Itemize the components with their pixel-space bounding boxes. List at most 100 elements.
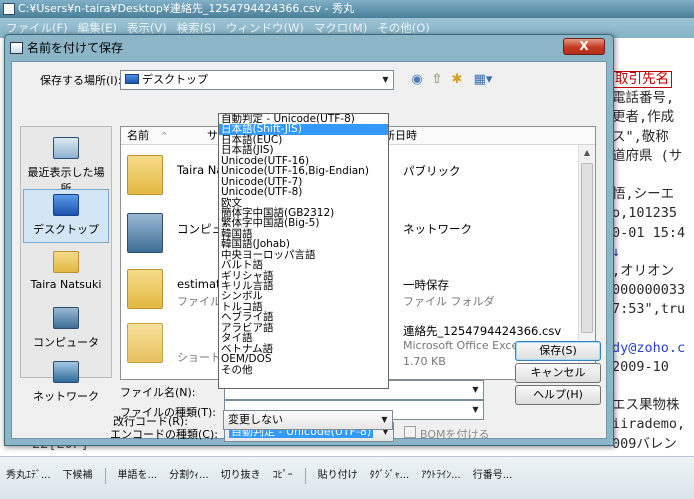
editor-line-text: iirademo, — [612, 416, 686, 433]
function-key-button[interactable]: ﾀｸﾞｼﾞｬ... — [364, 465, 416, 487]
editor-line-text: dy@zoho.c — [612, 339, 686, 356]
place-computer[interactable]: コンピュータ — [23, 303, 109, 357]
newline-value: 変更しない — [228, 413, 283, 426]
dialog-save-icon — [10, 42, 23, 54]
chevron-down-icon: ▼ — [472, 405, 479, 414]
editor-line-text: 2009-10 — [612, 358, 669, 375]
editor-line: 更者,作成 — [612, 108, 694, 127]
function-key-button[interactable]: ｱｳﾄﾗｲﾝ... — [415, 465, 467, 487]
function-key-button[interactable]: 貼り付け — [312, 465, 364, 487]
editor-line-text: 000000033 — [612, 282, 686, 299]
file-name: パブリック — [403, 164, 461, 178]
editor-line: 取引先名 — [612, 70, 694, 89]
function-key-items: 秀丸ｴﾃﾞ... 下候補 単語を... 分割ｳｨ... 切り抜き ｺﾋﾟｰ 貼り付け ﾀｸﾞｼ… — [0, 465, 694, 487]
editor-visible-text: 取引先名電話番号, 更者,作成ス",敬称道府県 (サ 悟,シーエ o,101235 0-… — [612, 38, 694, 458]
save-in-combo[interactable]: デスクトップ ▼ — [120, 70, 394, 90]
editor-line-text: ,オリオン — [612, 262, 675, 279]
scroll-thumb[interactable] — [581, 163, 593, 333]
bom-label: BOMを付ける — [420, 428, 490, 441]
editor-line: iirademo, — [612, 415, 694, 434]
help-button[interactable]: ヘルプ(H) — [515, 385, 601, 405]
function-key-separator — [304, 468, 306, 484]
editor-line-text: 悟,シーエ — [612, 186, 675, 203]
save-in-label: 保存する場所(I): — [40, 74, 122, 87]
place-network[interactable]: ネットワーク — [23, 357, 109, 411]
editor-line: dy@zoho.c — [612, 339, 694, 358]
file-name: 連絡先_1254794424366.csv — [403, 324, 562, 338]
function-key-button[interactable]: 切り抜き — [215, 465, 267, 487]
newline-label: 改行コード(R): — [113, 415, 188, 428]
chevron-down-icon: ▼ — [382, 75, 389, 84]
editor-line: 7:53",tru — [612, 300, 694, 319]
function-key-separator — [104, 468, 106, 484]
file-type: ファイル フォルダ — [403, 295, 495, 308]
user-folder-icon — [53, 251, 79, 273]
encoding-option[interactable]: OEM/DOS — [219, 354, 388, 365]
file-size: 1.70 KB — [403, 355, 446, 368]
filename-label: ファイル名(N): — [120, 386, 196, 399]
editor-line-text: 0-01 15:4 — [612, 224, 686, 241]
editor-line-text: 取引先名 — [612, 71, 672, 88]
encoding-dropdown-list[interactable]: 自動判定 - Unicode(UTF-8) 日本語(Shift-JIS) 日本語(E… — [218, 113, 389, 389]
editor-line-text: 更者,作成 — [612, 109, 675, 126]
editor-line: 009バレン — [612, 435, 694, 454]
app-title-bar[interactable]: C:¥Users¥n-taira¥Desktop¥連絡先_12547944243… — [0, 0, 694, 18]
computer-icon — [127, 213, 163, 253]
save-button[interactable]: 保存(S) — [515, 341, 601, 361]
user-folder-icon — [127, 155, 163, 195]
editor-line-text: 道府県 (サ — [612, 147, 683, 164]
file-name: ネットワーク — [403, 222, 472, 236]
place-desktop[interactable]: デスクトップ — [23, 189, 109, 243]
editor-line: o,101235 — [612, 204, 694, 223]
place-user-label: Taira Natsuki — [30, 278, 102, 291]
function-key-button[interactable]: ｺﾋﾟｰ — [267, 465, 299, 487]
place-recent[interactable]: 最近表示した場所 — [23, 133, 109, 195]
view-menu-icon[interactable]: ▦▾ — [470, 72, 496, 88]
editor-line: エス果物株 — [612, 396, 694, 415]
desktop-icon — [53, 194, 79, 216]
close-button[interactable]: X — [563, 38, 605, 55]
function-key-button[interactable]: 下候補 — [57, 465, 99, 487]
editor-line: ↓ — [612, 243, 694, 262]
encoding-option[interactable]: Unicode(UTF-8) — [219, 187, 388, 198]
up-folder-icon[interactable]: ⇧ — [428, 72, 446, 88]
function-key-bar: 秀丸ｴﾃﾞ... 下候補 単語を... 分割ｳｨ... 切り抜き ｺﾋﾟｰ 貼り付け ﾀｸﾞｼ… — [0, 456, 694, 499]
encoding-option[interactable]: バルト語 — [219, 260, 388, 271]
folder-icon — [127, 269, 163, 309]
editor-line-text: ス",敬称 — [612, 128, 669, 145]
save-in-value: デスクトップ — [142, 73, 208, 86]
editor-line-text: o,101235 — [612, 205, 678, 222]
encoding-option[interactable]: その他 — [219, 364, 388, 375]
editor-line: 2009-10 — [612, 358, 694, 377]
places-bar: 最近表示した場所 デスクトップ Taira Natsuki コンピュータ ネット… — [20, 126, 112, 403]
editor-line: ス",敬称 — [612, 128, 694, 147]
desktop-small-icon — [125, 74, 139, 84]
scroll-up-icon[interactable]: ▲ — [579, 145, 595, 161]
new-folder-icon[interactable]: ✱ — [448, 72, 466, 88]
hidemaru-app-icon — [3, 3, 15, 15]
editor-line-text: エス果物株 — [612, 397, 680, 414]
bom-checkbox[interactable] — [404, 426, 416, 438]
editor-line: ,オリオン — [612, 262, 694, 281]
cancel-button[interactable]: キャンセル — [515, 363, 601, 383]
editor-line-text: 電話番号, — [612, 90, 675, 107]
editor-line-text: 009バレン — [612, 435, 677, 452]
editor-line: 悟,シーエ — [612, 185, 694, 204]
newline-select[interactable]: 変更しない ▼ — [223, 410, 393, 430]
column-name[interactable]: 名前 — [127, 127, 149, 145]
function-key-button[interactable]: 単語を... — [112, 465, 164, 487]
dialog-title: 名前を付けて保存 — [27, 41, 124, 55]
place-user[interactable]: Taira Natsuki — [23, 247, 109, 301]
function-key-button[interactable]: 行番号... — [467, 465, 519, 487]
function-key-button[interactable]: 分割ｳｨ... — [163, 465, 215, 487]
editor-line: 道府県 (サ — [612, 147, 694, 166]
back-icon[interactable]: ◉ — [408, 72, 426, 88]
dialog-title-bar[interactable]: 名前を付けて保存 — [5, 35, 613, 61]
function-key-button[interactable]: 秀丸ｴﾃﾞ... — [0, 465, 57, 487]
place-network-label: ネットワーク — [33, 390, 99, 403]
editor-line: 電話番号, — [612, 89, 694, 108]
shortcut-folder-icon — [127, 323, 163, 363]
